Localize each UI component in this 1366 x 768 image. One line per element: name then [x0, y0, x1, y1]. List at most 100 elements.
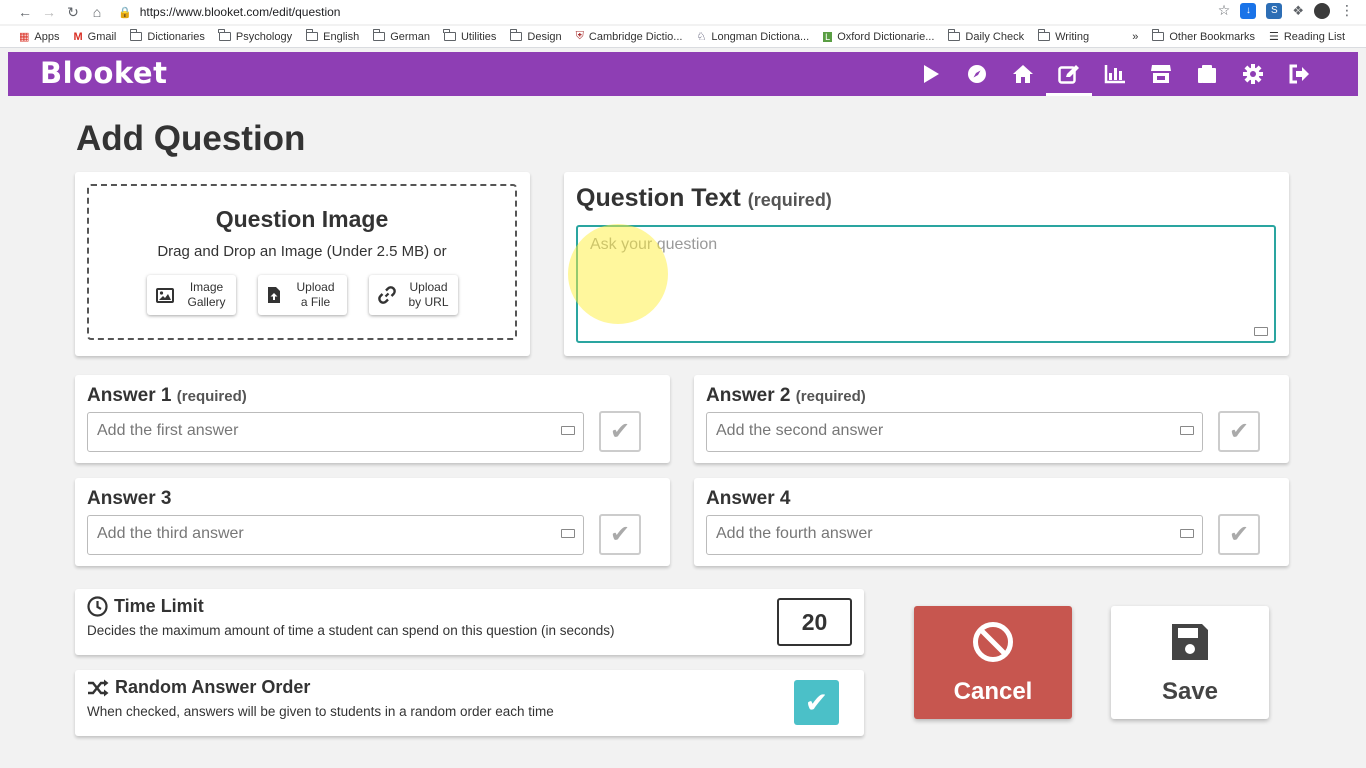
- menu-dots-icon[interactable]: ⋮: [1340, 2, 1354, 19]
- market-icon[interactable]: [1138, 52, 1184, 96]
- folder-icon: [1037, 29, 1051, 41]
- bookmark-longman[interactable]: ♘ Longman Dictiona...: [689, 30, 816, 44]
- answer-input[interactable]: Add the third answer: [87, 515, 584, 555]
- bookmark-folder[interactable]: English: [299, 29, 366, 43]
- bookmarks-overflow[interactable]: »: [1125, 31, 1145, 43]
- star-icon[interactable]: ☆: [1218, 2, 1231, 19]
- correct-answer-checkbox[interactable]: ✔: [599, 411, 641, 452]
- cancel-button[interactable]: Cancel: [914, 606, 1072, 719]
- bookmark-oxford[interactable]: L Oxford Dictionarie...: [816, 31, 941, 43]
- reload-icon[interactable]: ↻: [61, 0, 85, 24]
- url-text: https://www.blooket.com/edit/question: [139, 5, 341, 19]
- file-upload-icon: [267, 287, 280, 303]
- forward-icon[interactable]: →: [37, 0, 61, 24]
- keyboard-icon[interactable]: [1254, 327, 1268, 336]
- question-text-card: Question Text (required) Ask your questi…: [564, 172, 1289, 356]
- bookmark-folder[interactable]: Daily Check: [941, 29, 1031, 43]
- blooket-app: Blooket Add Question Question Image Drag…: [8, 52, 1358, 768]
- save-button[interactable]: Save: [1111, 606, 1269, 719]
- answer-input[interactable]: Add the first answer: [87, 412, 584, 452]
- question-text-input[interactable]: Ask your question: [576, 225, 1276, 343]
- answer-card-2: Answer 2 (required) Add the second answe…: [694, 375, 1289, 463]
- lock-icon: 🔒: [118, 6, 132, 19]
- answer-card-1: Answer 1 (required) Add the first answer…: [75, 375, 670, 463]
- shuffle-icon: [88, 679, 109, 696]
- random-order-heading: Random Answer Order: [87, 677, 852, 698]
- back-icon[interactable]: ←: [13, 0, 37, 24]
- other-bookmarks[interactable]: Other Bookmarks: [1145, 29, 1262, 43]
- reading-list[interactable]: ☰ Reading List: [1262, 30, 1352, 44]
- reading-list-icon: ☰: [1268, 31, 1279, 43]
- blooket-logo[interactable]: Blooket: [40, 56, 167, 90]
- keyboard-icon[interactable]: [561, 529, 575, 538]
- folder-icon: [218, 29, 231, 41]
- answer-card-3: Answer 3 Add the third answer ✔: [75, 478, 670, 566]
- keyboard-icon[interactable]: [561, 426, 575, 435]
- compass-icon[interactable]: [954, 52, 1000, 96]
- settings-icon[interactable]: [1230, 52, 1276, 96]
- bookmark-folder[interactable]: Dictionaries: [123, 29, 211, 43]
- time-limit-heading: Time Limit: [87, 596, 852, 617]
- bookmark-folder[interactable]: German: [366, 29, 437, 43]
- bookmark-folder[interactable]: Writing: [1031, 29, 1096, 43]
- address-bar[interactable]: 🔒 https://www.blooket.com/edit/question: [118, 2, 1258, 22]
- required-label: (required): [795, 388, 866, 405]
- oxford-icon: L: [823, 31, 833, 42]
- bookmark-folder[interactable]: Utilities: [437, 29, 503, 43]
- bookmark-cambridge[interactable]: ⛨ Cambridge Dictio...: [569, 30, 690, 43]
- answer-input[interactable]: Add the second answer: [706, 412, 1203, 452]
- random-order-card: Random Answer Order When checked, answer…: [75, 670, 864, 736]
- avatar[interactable]: [1314, 2, 1330, 19]
- logout-icon[interactable]: [1276, 52, 1322, 96]
- required-label: (required): [176, 388, 247, 405]
- cambridge-icon: ⛨: [575, 30, 584, 42]
- folder-icon: [509, 29, 523, 41]
- puzzle-icon[interactable]: ❖: [1292, 3, 1304, 19]
- folder-icon: [129, 29, 143, 41]
- clock-icon: [87, 596, 108, 617]
- home-browser-icon[interactable]: ⌂: [85, 0, 109, 24]
- correct-answer-checkbox[interactable]: ✔: [1218, 411, 1260, 452]
- random-order-checkbox[interactable]: ✔: [794, 680, 839, 725]
- answer-title: Answer 3: [87, 488, 172, 509]
- random-order-description: When checked, answers will be given to s…: [87, 704, 554, 719]
- link-icon: [377, 286, 396, 304]
- correct-answer-checkbox[interactable]: ✔: [1218, 514, 1260, 555]
- extension-icon[interactable]: ↓: [1240, 2, 1257, 19]
- home-icon[interactable]: [1000, 52, 1046, 96]
- extension-icon[interactable]: S: [1266, 2, 1283, 19]
- nav-icons: [908, 52, 1322, 96]
- upload-file-button[interactable]: Upload a File: [257, 275, 347, 315]
- answer-title: Answer 2 (required): [706, 385, 866, 406]
- save-icon: [1172, 623, 1208, 660]
- image-dropzone[interactable]: Question Image Drag and Drop an Image (U…: [87, 184, 517, 340]
- stats-icon[interactable]: [1092, 52, 1138, 96]
- keyboard-icon[interactable]: [1180, 426, 1194, 435]
- bookmark-gmail[interactable]: M Gmail: [66, 31, 123, 43]
- image-gallery-button[interactable]: Image Gallery: [146, 275, 236, 315]
- bookmarks-bar: ▦ Apps M Gmail Dictionaries Psychology E…: [0, 26, 1366, 48]
- question-text-heading: Question Text (required): [576, 184, 832, 212]
- top-nav-bar: Blooket: [8, 52, 1358, 96]
- bookmark-folder[interactable]: Design: [503, 29, 568, 43]
- time-limit-card: Time Limit Decides the maximum amount of…: [75, 589, 864, 655]
- upload-url-button[interactable]: Upload by URL: [368, 275, 458, 315]
- blooks-icon[interactable]: [1184, 52, 1230, 96]
- answer-title: Answer 4: [706, 488, 791, 509]
- image-section-subtitle: Drag and Drop an Image (Under 2.5 MB) or: [157, 243, 447, 260]
- folder-icon: [443, 29, 456, 41]
- bookmark-folder[interactable]: Psychology: [212, 29, 299, 43]
- question-image-card: Question Image Drag and Drop an Image (U…: [75, 172, 530, 356]
- ban-icon: [973, 621, 1013, 662]
- folder-icon: [947, 29, 961, 41]
- edit-icon[interactable]: [1046, 52, 1092, 96]
- folder-icon: [305, 29, 319, 41]
- gmail-icon: M: [73, 30, 83, 43]
- correct-answer-checkbox[interactable]: ✔: [599, 514, 641, 555]
- bookmark-apps[interactable]: ▦ Apps: [12, 30, 66, 44]
- play-icon[interactable]: [908, 52, 954, 96]
- answer-title: Answer 1 (required): [87, 385, 247, 406]
- keyboard-icon[interactable]: [1180, 529, 1194, 538]
- answer-input[interactable]: Add the fourth answer: [706, 515, 1203, 555]
- time-limit-input[interactable]: 20: [777, 598, 852, 646]
